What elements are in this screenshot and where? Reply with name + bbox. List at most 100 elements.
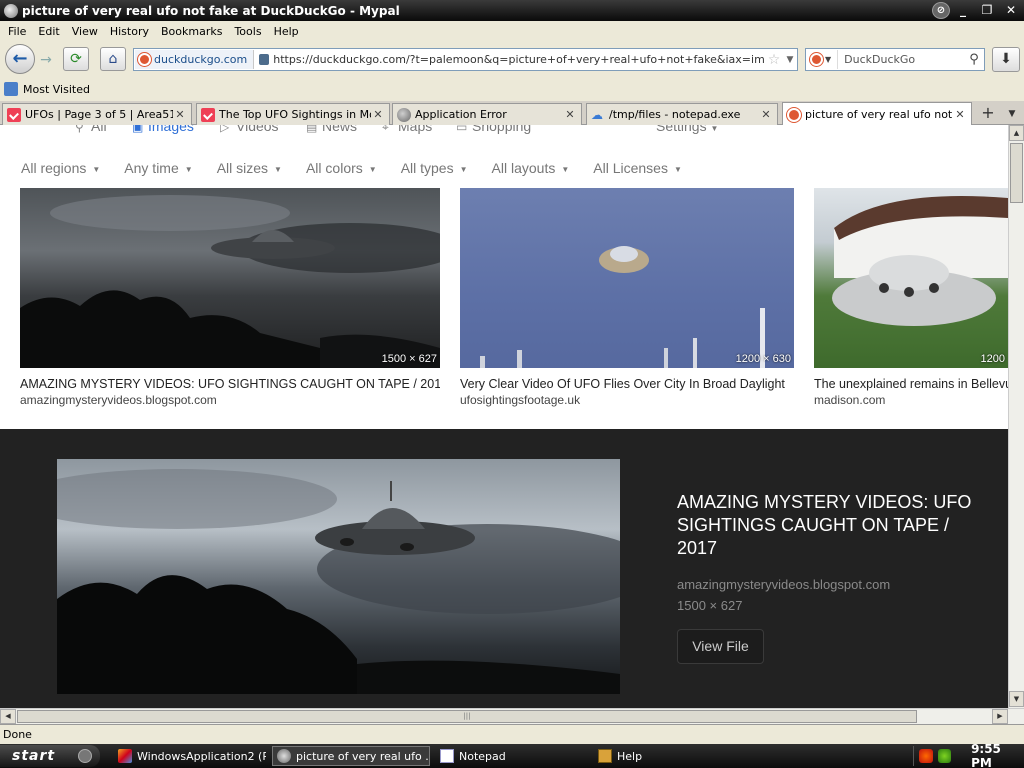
detail-dimensions: 1500 × 627	[677, 598, 743, 613]
map-pin-icon: ⌖	[382, 125, 389, 134]
result-image-2[interactable]: 1200 × 630	[460, 188, 794, 368]
result-title-3[interactable]: The unexplained remains in Bellevue	[814, 377, 1008, 391]
duckduckgo-icon	[138, 53, 151, 66]
result-source-3[interactable]: madison.com	[814, 393, 1008, 407]
image-dimensions: 1500 × 627	[381, 353, 437, 365]
vertical-scrollbar[interactable]: ▲ ▼	[1008, 125, 1024, 708]
tab-strip: UFOs | Page 3 of 5 | Area51 ✕ The Top UF…	[0, 101, 1024, 126]
menu-edit[interactable]: Edit	[32, 25, 65, 38]
result-source-1[interactable]: amazingmysteryvideos.blogspot.com	[20, 393, 440, 407]
nav-shopping[interactable]: ▭ Shopping	[456, 125, 531, 134]
close-icon[interactable]: ✕	[173, 108, 187, 121]
minimize-button[interactable]: _	[952, 2, 974, 19]
result-title-2[interactable]: Very Clear Video Of UFO Flies Over City …	[460, 377, 794, 391]
menu-help[interactable]: Help	[268, 25, 305, 38]
tray-app-icon[interactable]	[919, 749, 933, 763]
taskbar-item-help[interactable]: Help	[594, 746, 746, 766]
chevron-down-icon: ▼	[459, 164, 468, 174]
downloads-button[interactable]: ⬇	[992, 47, 1020, 72]
folder-icon	[4, 82, 18, 96]
shopping-bag-icon: ▭	[456, 125, 468, 134]
nav-settings[interactable]: Settings ▼	[656, 125, 718, 134]
filter-regions[interactable]: All regions ▼	[21, 160, 100, 180]
scroll-down-arrow-icon[interactable]: ▼	[1009, 691, 1024, 707]
nav-images[interactable]: ▣ Images	[132, 125, 194, 134]
taskbar-item-browser[interactable]: picture of very real ufo ...	[272, 746, 430, 766]
scroll-right-arrow-icon[interactable]: ▶	[992, 709, 1008, 724]
close-icon[interactable]: ✕	[563, 108, 577, 121]
back-button[interactable]: ←	[5, 44, 35, 74]
result-title-1[interactable]: AMAZING MYSTERY VIDEOS: UFO SIGHTINGS CA…	[20, 377, 440, 391]
tab-list-button[interactable]: ▼	[1003, 104, 1021, 124]
most-visited-bookmark[interactable]: Most Visited	[23, 83, 90, 96]
task-label: picture of very real ufo ...	[296, 749, 430, 763]
filter-sizes[interactable]: All sizes ▼	[217, 160, 282, 180]
nav-news[interactable]: ▤ News	[306, 125, 357, 134]
detail-image[interactable]	[57, 459, 620, 694]
tab-duckduckgo-search[interactable]: picture of very real ufo not f... ✕	[782, 102, 972, 126]
search-input[interactable]: DuckDuckGo	[838, 53, 964, 66]
forward-button[interactable]: →	[36, 50, 56, 70]
result-image-3[interactable]: 1200	[814, 188, 1008, 368]
search-bar[interactable]: ▼ DuckDuckGo ⚲	[805, 48, 985, 71]
taskbar-item-notepad[interactable]: Notepad	[436, 746, 588, 766]
close-icon[interactable]: ✕	[371, 108, 385, 121]
url-text[interactable]: https://duckduckgo.com/?t=palemoon&q=pic…	[273, 53, 765, 66]
view-file-button[interactable]: View File	[677, 629, 764, 664]
search-icon[interactable]: ⚲	[964, 52, 984, 67]
task-label: WindowsApplication2 (R...	[137, 749, 266, 763]
visual-studio-icon	[118, 749, 132, 763]
close-icon[interactable]: ✕	[953, 108, 967, 121]
menu-file[interactable]: File	[2, 25, 32, 38]
menu-tools[interactable]: Tools	[228, 25, 267, 38]
nav-all[interactable]: ⚲ All	[75, 125, 107, 134]
close-icon[interactable]: ✕	[759, 108, 773, 121]
network-icon[interactable]	[937, 749, 952, 763]
close-button[interactable]: ✕	[1000, 2, 1022, 19]
search-engine-selector[interactable]: ▼	[806, 50, 839, 69]
scroll-left-arrow-icon[interactable]: ◀	[0, 709, 16, 724]
start-orb-icon	[78, 749, 92, 763]
menu-history[interactable]: History	[104, 25, 155, 38]
tab-top-ufo-sightings[interactable]: The Top UFO Sightings in Mo... ✕	[196, 103, 390, 125]
result-source-2[interactable]: ufosightingsfootage.uk	[460, 393, 794, 407]
detail-domain[interactable]: amazingmysteryvideos.blogspot.com	[677, 577, 890, 592]
site-identity-button[interactable]: duckduckgo.com	[135, 50, 255, 69]
horizontal-scrollbar[interactable]: ◀ ||| ▶	[0, 708, 1024, 724]
reload-button[interactable]: ⟳	[63, 47, 89, 71]
url-history-dropdown[interactable]: ▼	[783, 55, 797, 65]
filter-layouts[interactable]: All layouts ▼	[492, 160, 570, 180]
tab-notepad[interactable]: ☁ /tmp/files - notepad.exe ✕	[586, 103, 778, 125]
image-dimensions: 1200	[980, 353, 1005, 365]
menu-bookmarks[interactable]: Bookmarks	[155, 25, 228, 38]
chevron-down-icon: ▼	[274, 164, 282, 174]
address-bar[interactable]: duckduckgo.com https://duckduckgo.com/?t…	[133, 48, 798, 71]
home-button[interactable]: ⌂	[100, 47, 126, 71]
horizontal-scroll-thumb[interactable]: |||	[17, 710, 917, 723]
menu-view[interactable]: View	[66, 25, 104, 38]
clock[interactable]: 9:55 PM	[971, 742, 1024, 768]
vertical-scroll-thumb[interactable]	[1010, 143, 1023, 203]
scroll-up-arrow-icon[interactable]: ▲	[1009, 125, 1024, 141]
news-icon: ▤	[306, 125, 318, 134]
filter-colors[interactable]: All colors ▼	[306, 160, 377, 180]
tab-application-error[interactable]: Application Error ✕	[392, 103, 582, 125]
nav-videos[interactable]: ▷ Videos	[220, 125, 279, 134]
nav-maps-label: Maps	[398, 125, 433, 134]
filter-licenses[interactable]: All Licenses ▼	[593, 160, 682, 180]
theme-icon[interactable]: ⊘	[932, 2, 950, 19]
bookmark-star-icon[interactable]: ☆	[765, 52, 783, 68]
taskbar-item-windowsapplication2[interactable]: WindowsApplication2 (R...	[114, 746, 266, 766]
start-button[interactable]: start	[0, 745, 100, 767]
nav-maps[interactable]: ⌖ Maps	[382, 125, 432, 135]
filter-types[interactable]: All types ▼	[401, 160, 468, 180]
new-tab-button[interactable]: +	[978, 104, 998, 124]
tab-ufos-area51[interactable]: UFOs | Page 3 of 5 | Area51 ✕	[2, 103, 192, 125]
browser-app-icon[interactable]	[4, 3, 18, 18]
filter-label: Any time	[124, 160, 179, 176]
ufo-barn-image	[832, 196, 1008, 326]
filter-time[interactable]: Any time ▼	[124, 160, 192, 180]
restore-button[interactable]: ❐	[976, 2, 998, 19]
result-image-1[interactable]: 1500 × 627	[20, 188, 440, 368]
task-label: Notepad	[459, 749, 506, 763]
